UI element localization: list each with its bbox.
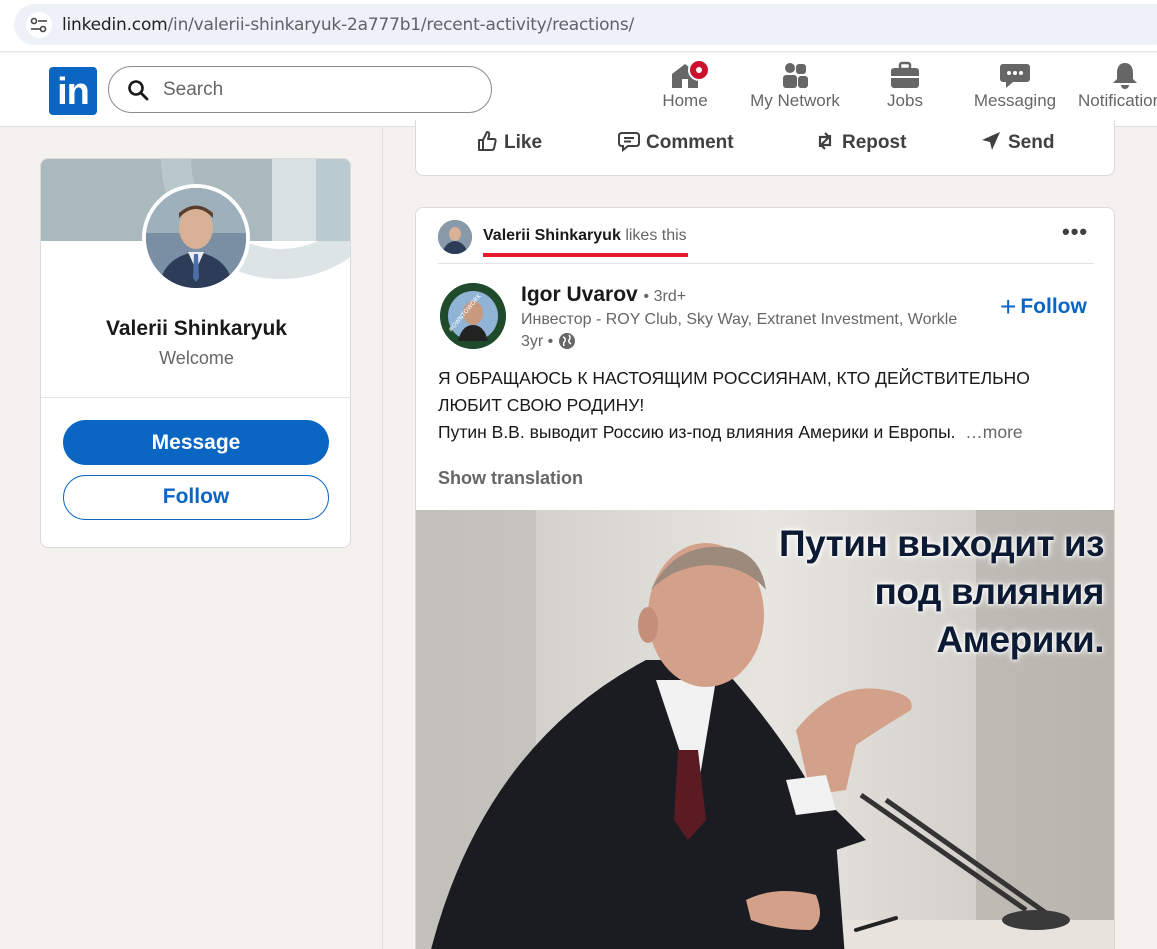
global-nav: in Home My Network Jobs — [0, 53, 1157, 127]
profile-card: Valerii Shinkaryuk Welcome Message Follo… — [40, 158, 351, 548]
message-button[interactable]: Message — [63, 420, 329, 465]
author-name-text: Igor Uvarov — [521, 283, 638, 306]
repost-icon — [818, 132, 832, 150]
nav-home[interactable]: Home — [660, 59, 710, 121]
follow-author-button[interactable]: + Follow — [1000, 291, 1087, 323]
search-icon — [128, 80, 149, 101]
repost-label: Repost — [842, 132, 907, 153]
url-host: linkedin.com — [62, 15, 168, 35]
liker-name[interactable]: Valerii Shinkaryuk — [483, 227, 621, 244]
profile-avatar[interactable] — [142, 184, 250, 292]
nav-jobs[interactable]: Jobs — [880, 61, 930, 121]
cover-stripe-dark — [316, 159, 350, 241]
nav-notifications[interactable]: Notifications — [1078, 61, 1157, 121]
follow-button[interactable]: Follow — [63, 475, 329, 520]
search-box[interactable] — [108, 66, 492, 113]
bell-icon — [1113, 63, 1137, 89]
like-button[interactable]: Like — [476, 130, 542, 156]
post-image[interactable]: Путин выходит из под влияния Америки. — [416, 510, 1114, 949]
nav-my-network[interactable]: My Network — [748, 61, 842, 121]
caption-line: под влияния — [874, 571, 1104, 612]
liker-action: likes this — [625, 227, 687, 244]
connection-degree: • 3rd+ — [643, 288, 687, 305]
nav-messaging[interactable]: Messaging — [972, 61, 1058, 121]
post-text-line: ЛЮБИТ СВОЮ РОДИНУ! — [438, 395, 645, 415]
briefcase-icon — [891, 61, 919, 88]
caption-line: Путин выходит из — [779, 523, 1105, 564]
notification-badge — [688, 59, 710, 81]
post-text-line: Я ОБРАЩАЮСЬ К НАСТОЯЩИМ РОССИЯНАМ, КТО Д… — [438, 368, 1030, 388]
divider — [438, 263, 1094, 264]
site-settings-icon[interactable] — [26, 12, 52, 38]
thumbs-up-icon — [478, 131, 497, 151]
like-label: Like — [504, 132, 543, 153]
nav-network-label: My Network — [750, 91, 840, 110]
send-label: Send — [1008, 132, 1055, 153]
search-input[interactable] — [163, 77, 463, 103]
caption-line: Америки. — [936, 619, 1104, 660]
profile-name[interactable]: Valerii Shinkaryuk — [41, 317, 350, 341]
comment-icon — [618, 132, 640, 153]
globe-icon — [558, 333, 575, 349]
liker-avatar[interactable] — [438, 220, 472, 254]
feed-post: Valerii Shinkaryuk likes this ••• #OWNTO… — [415, 207, 1115, 949]
divider — [41, 397, 350, 398]
send-button[interactable]: Send — [980, 130, 1054, 156]
see-more-link[interactable]: …more — [965, 422, 1022, 442]
post-text-line: Путин В.В. выводит Россию из-под влияния… — [438, 419, 1078, 446]
nav-jobs-label: Jobs — [887, 91, 923, 110]
repost-button[interactable]: Repost — [814, 130, 906, 156]
network-icon — [783, 63, 808, 88]
address-bar[interactable]: linkedin.com/in/valerii-shinkaryuk-2a777… — [14, 4, 1157, 45]
highlight-underline — [483, 253, 688, 257]
send-icon — [982, 132, 1000, 150]
author-headline: Инвестор - ROY Club, Sky Way, Extranet I… — [521, 311, 958, 328]
browser-toolbar: linkedin.com/in/valerii-shinkaryuk-2a777… — [0, 0, 1157, 52]
author-name[interactable]: Igor Uvarov • 3rd+ — [521, 283, 686, 307]
previous-post-actions: Like Comment Repost Send — [415, 120, 1115, 176]
comment-button[interactable]: Comment — [618, 130, 734, 156]
nav-notifications-label: Notifications — [1078, 91, 1157, 110]
comment-label: Comment — [646, 132, 734, 153]
nav-messaging-label: Messaging — [973, 91, 1057, 110]
follow-author-label: Follow — [1020, 295, 1087, 318]
author-avatar[interactable]: #OWNTOWORK — [440, 283, 506, 349]
profile-headline: Welcome — [159, 348, 234, 368]
image-caption: Путин выходит из под влияния Америки. — [779, 520, 1105, 664]
linkedin-logo[interactable]: in — [49, 67, 97, 115]
nav-home-label: Home — [662, 91, 708, 110]
show-translation-button[interactable]: Show translation — [438, 468, 583, 489]
social-context: Valerii Shinkaryuk likes this — [483, 227, 687, 245]
chat-icon — [1000, 64, 1030, 88]
more-options-icon[interactable]: ••• — [1062, 221, 1088, 243]
plus-icon: + — [1000, 291, 1017, 322]
post-timestamp: 3yr • — [521, 332, 576, 351]
post-text-line3: Путин В.В. выводит Россию из-под влияния… — [438, 422, 956, 442]
url-text[interactable]: linkedin.com/in/valerii-shinkaryuk-2a777… — [62, 15, 634, 35]
post-age: 3yr • — [521, 333, 554, 350]
post-body: Я ОБРАЩАЮСЬ К НАСТОЯЩИМ РОССИЯНАМ, КТО Д… — [438, 365, 1078, 446]
url-path: /in/valerii-shinkaryuk-2a777b1/recent-ac… — [167, 15, 635, 35]
